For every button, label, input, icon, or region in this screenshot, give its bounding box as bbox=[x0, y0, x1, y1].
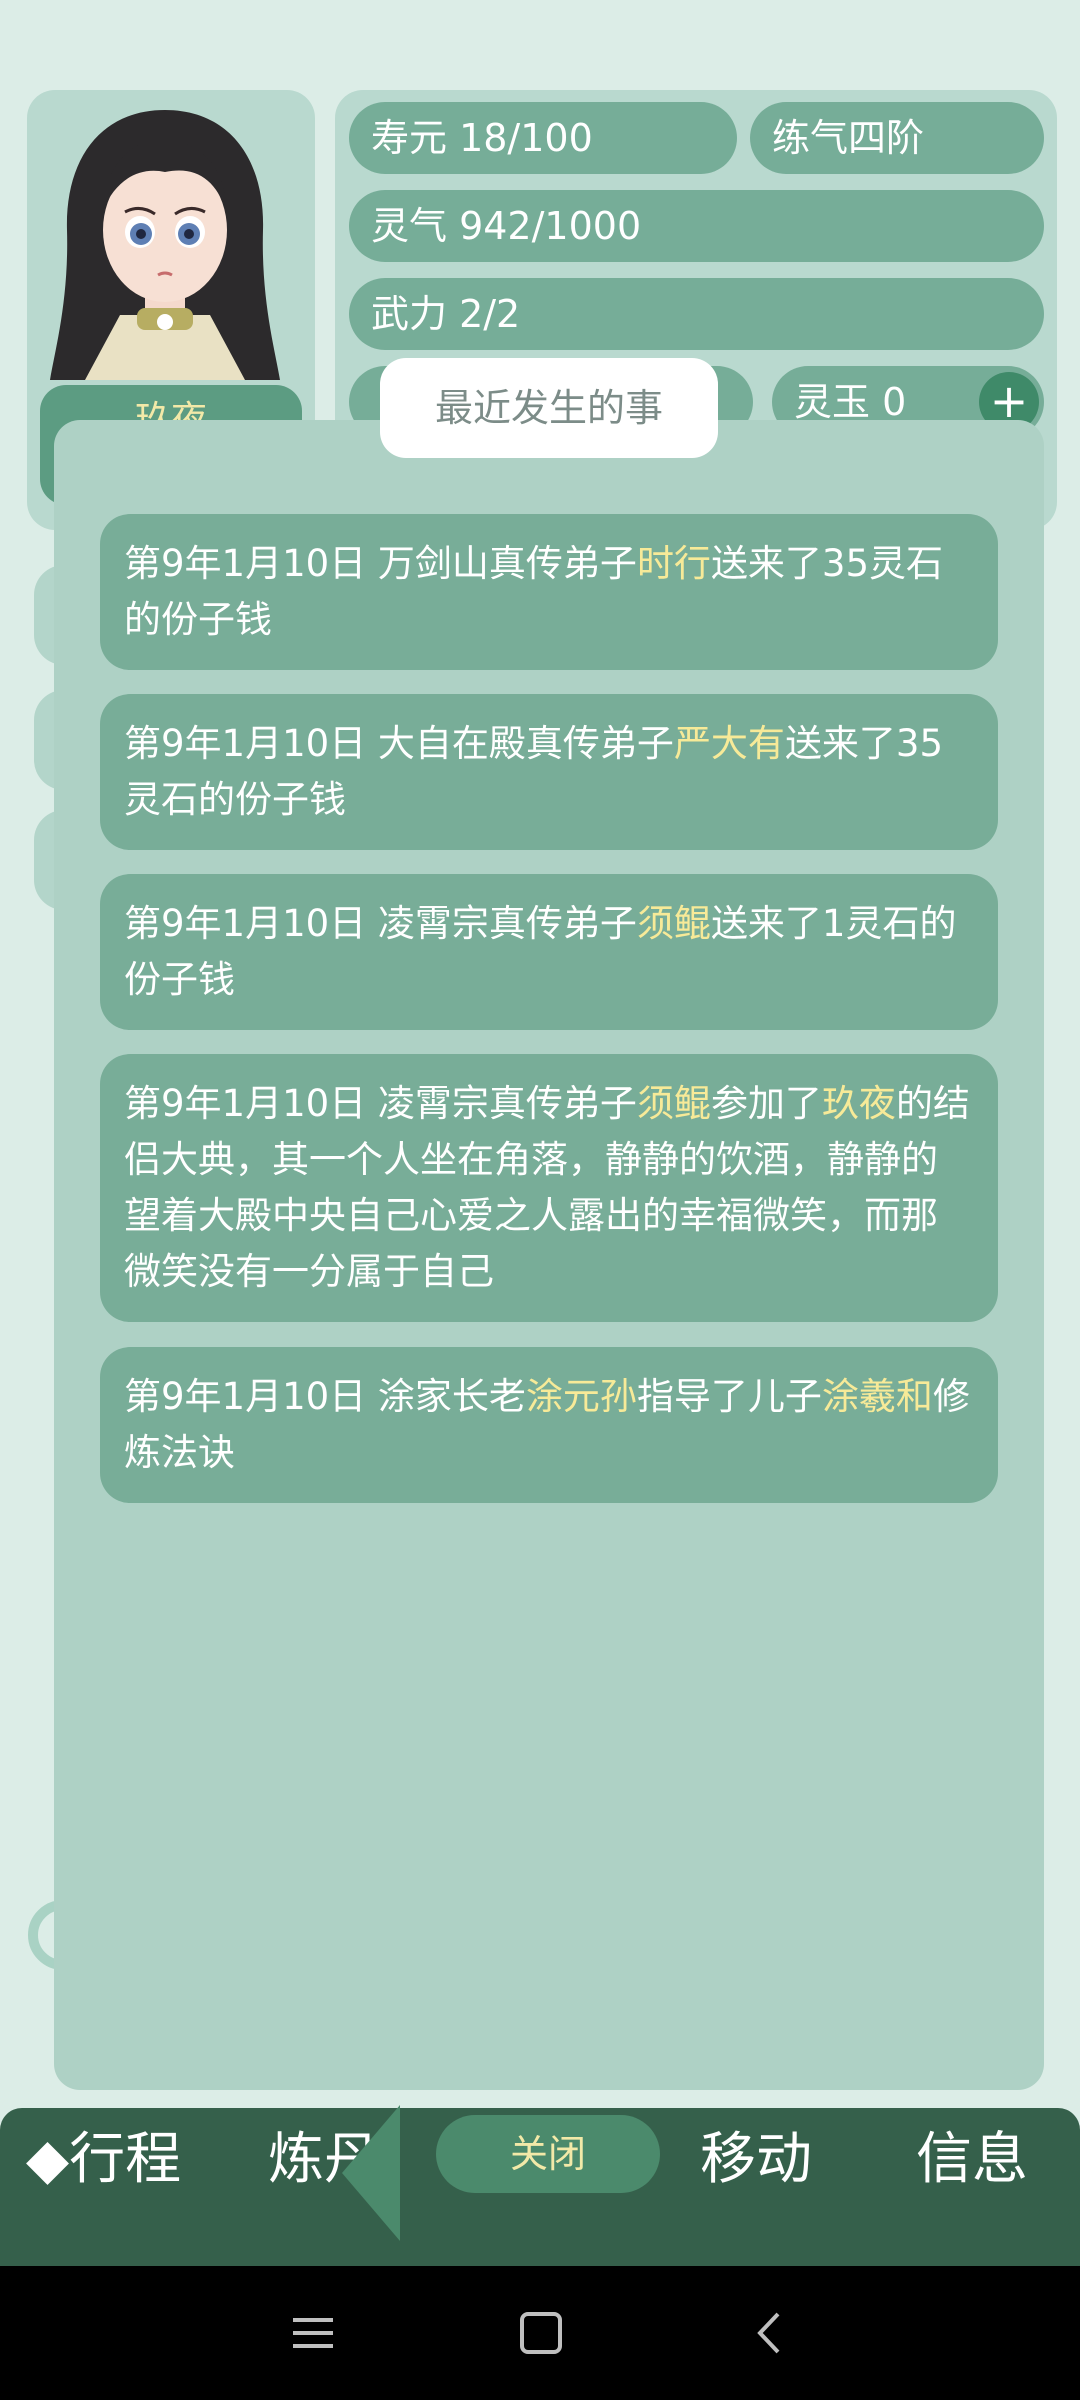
event-text: 参加了 bbox=[710, 1082, 822, 1125]
force-stat: 武力 2/2 bbox=[349, 278, 1044, 350]
event-person-name: 时行 bbox=[636, 542, 711, 585]
event-person-name: 玖夜 bbox=[821, 1082, 896, 1125]
nav-info[interactable]: 信息 bbox=[916, 2125, 1028, 2195]
event-card: 第9年1月10日 凌霄宗真传弟子须鲲送来了1灵石的份子钱 bbox=[100, 874, 998, 1030]
event-text: 第9年1月10日 大自在殿真传弟子 bbox=[124, 722, 674, 765]
close-button[interactable]: 关闭 bbox=[436, 2115, 660, 2193]
event-person-name: 须鲲 bbox=[636, 902, 711, 945]
event-card: 第9年1月10日 凌霄宗真传弟子须鲲参加了玖夜的结侣大典，其一个人坐在角落，静静… bbox=[100, 1054, 998, 1322]
event-person-name: 涂元孙 bbox=[525, 1375, 637, 1418]
event-text: 第9年1月10日 凌霄宗真传弟子 bbox=[124, 902, 637, 945]
event-text: 第9年1月10日 涂家长老 bbox=[124, 1375, 526, 1418]
spirit-stat: 灵气 942/1000 bbox=[349, 190, 1044, 262]
event-person-name: 涂羲和 bbox=[821, 1375, 933, 1418]
nav-move[interactable]: 移动 bbox=[700, 2125, 812, 2195]
event-card: 第9年1月10日 万剑山真传弟子时行送来了35灵石的份子钱 bbox=[100, 514, 998, 670]
event-person-name: 严大有 bbox=[673, 722, 785, 765]
character-portrait[interactable] bbox=[45, 100, 285, 380]
home-icon[interactable] bbox=[518, 2310, 564, 2356]
event-person-name: 须鲲 bbox=[636, 1082, 711, 1125]
event-card: 第9年1月10日 涂家长老涂元孙指导了儿子涂羲和修炼法诀 bbox=[100, 1347, 998, 1503]
panel-title: 最近发生的事 bbox=[380, 358, 718, 458]
system-nav-bar bbox=[0, 2266, 1080, 2400]
back-icon[interactable] bbox=[748, 2310, 794, 2356]
menu-icon[interactable] bbox=[290, 2310, 336, 2356]
lifespan-stat: 寿元 18/100 bbox=[349, 102, 737, 174]
realm-stat: 练气四阶 bbox=[750, 102, 1044, 174]
nav-itinerary[interactable]: ◆行程 bbox=[26, 2125, 181, 2195]
event-card: 第9年1月10日 大自在殿真传弟子严大有送来了35灵石的份子钱 bbox=[100, 694, 998, 850]
event-text: 第9年1月10日 凌霄宗真传弟子 bbox=[124, 1082, 637, 1125]
event-text: 指导了儿子 bbox=[636, 1375, 822, 1418]
nav-left-arrow-icon[interactable] bbox=[342, 2105, 400, 2241]
event-text: 第9年1月10日 万剑山真传弟子 bbox=[124, 542, 637, 585]
